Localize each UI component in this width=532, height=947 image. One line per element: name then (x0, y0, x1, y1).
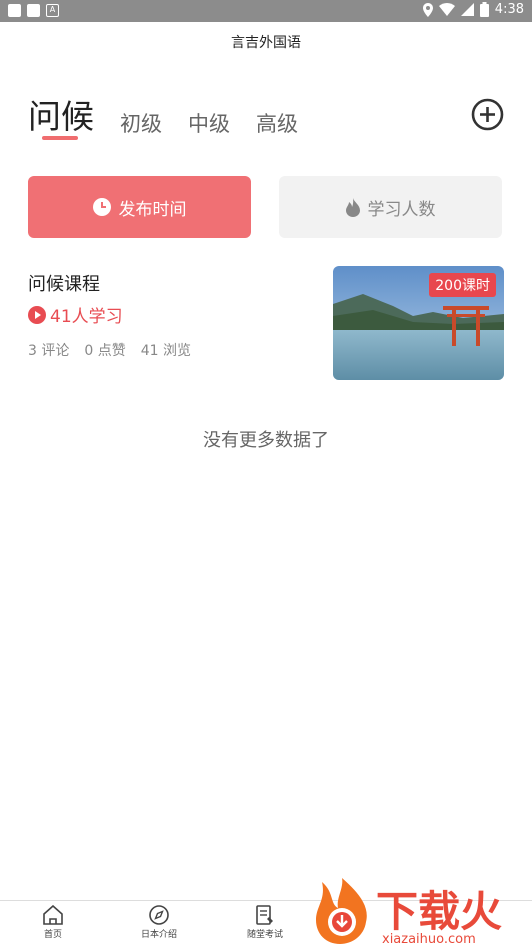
course-list-item[interactable]: 问候课程 41人学习 3 评论 0 点赞 41 浏览 200课时 (28, 266, 504, 382)
location-icon (422, 2, 433, 17)
course-learners: 41人学习 (28, 302, 123, 327)
exam-icon (256, 905, 273, 925)
battery-icon (479, 2, 489, 17)
comments-count: 3 评论 (28, 343, 70, 359)
learners-label: 41人学习 (50, 307, 123, 327)
level-tabs: 问候 初级 中级 高级 (28, 90, 324, 142)
clock-text: 4:38 (494, 2, 524, 17)
active-tab-indicator (42, 136, 78, 140)
app-title: 言吉外国语 (231, 35, 301, 51)
tab-label: 中级 (188, 112, 230, 136)
notification-a-icon: A (46, 4, 59, 17)
flame-icon (345, 197, 360, 217)
tab-advanced[interactable]: 高级 (256, 108, 298, 142)
play-icon (28, 305, 46, 324)
tab-beginner[interactable]: 初级 (120, 108, 162, 142)
tab-label: 初级 (120, 112, 162, 136)
sort-people-label: 学习人数 (367, 199, 436, 220)
lesson-count-badge: 200课时 (429, 273, 496, 297)
watermark-url: xiazaihuo.com (382, 932, 476, 946)
status-icons: 4:38 (422, 2, 524, 17)
tab-intermediate[interactable]: 中级 (188, 108, 230, 142)
add-icon[interactable] (471, 98, 504, 131)
watermark-text: 下载火 (376, 887, 502, 936)
nav-japan-intro[interactable]: 日本介绍 (129, 905, 189, 940)
views-count: 41 浏览 (140, 343, 191, 359)
clock-icon (92, 198, 111, 216)
nav-home-label: 首页 (43, 930, 62, 940)
likes-count: 0 点赞 (84, 343, 126, 359)
course-title: 问候课程 (28, 274, 100, 295)
sort-by-learners-button[interactable]: 学习人数 (279, 176, 502, 238)
notification-icons: A (8, 4, 59, 17)
tab-label: 问候 (28, 97, 94, 136)
xiazaihuo-watermark-logo: 下载火 xiazaihuo.com (316, 878, 502, 946)
sort-time-label: 发布时间 (118, 199, 187, 220)
course-thumbnail: 200课时 (333, 266, 504, 380)
course-stats: 3 评论 0 点赞 41 浏览 (28, 340, 191, 360)
signal-icon (460, 3, 474, 16)
tab-label: 高级 (256, 112, 298, 136)
nav-japan-intro-label: 日本介绍 (140, 930, 177, 940)
wifi-icon (438, 3, 455, 16)
notification-square-icon (8, 4, 21, 17)
nav-exam[interactable]: 随堂考试 (235, 905, 295, 940)
list-end-message: 没有更多数据了 (203, 430, 329, 451)
notification-square-icon (27, 4, 40, 17)
home-icon (43, 905, 63, 925)
sort-by-time-button[interactable]: 发布时间 (28, 176, 251, 238)
nav-home[interactable]: 首页 (23, 905, 83, 940)
nav-exam-label: 随堂考试 (246, 930, 283, 940)
tab-greeting[interactable]: 问候 (28, 90, 94, 142)
status-bar: A 4:38 (0, 0, 532, 22)
compass-icon (149, 905, 169, 925)
